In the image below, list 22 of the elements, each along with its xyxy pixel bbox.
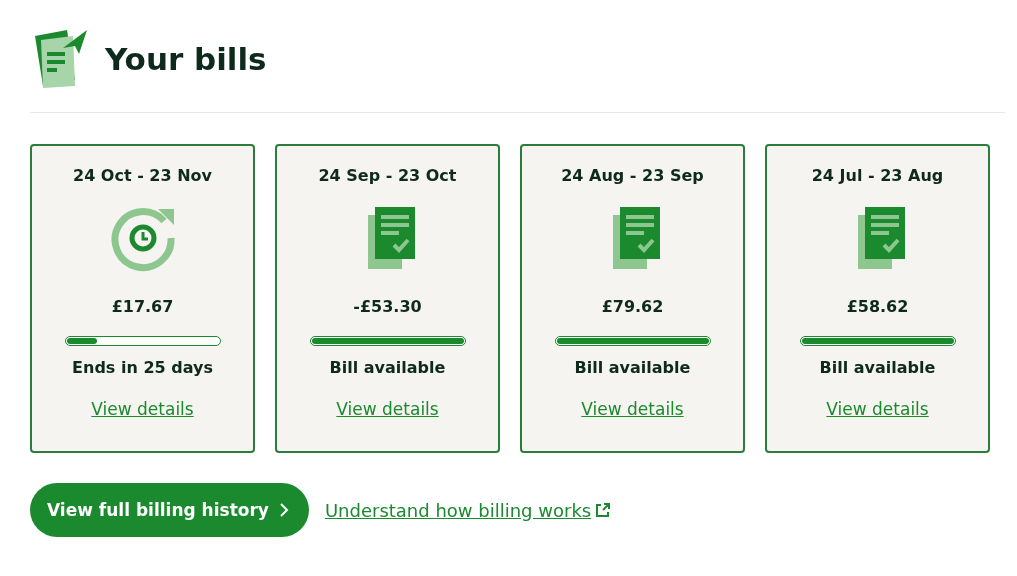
- view-details-link[interactable]: View details: [826, 399, 929, 419]
- view-details-link[interactable]: View details: [91, 399, 194, 419]
- billing-history-button[interactable]: View full billing history: [30, 483, 309, 537]
- bill-amount: £58.62: [846, 297, 909, 316]
- view-details-link[interactable]: View details: [581, 399, 684, 419]
- bill-period: 24 Jul - 23 Aug: [811, 166, 944, 185]
- external-link-icon: [595, 502, 612, 518]
- bill-period: 24 Aug - 23 Sep: [561, 166, 704, 185]
- page-title: Your bills: [105, 41, 267, 77]
- bill-icon: [33, 28, 89, 90]
- bill-amount: £17.67: [111, 297, 174, 316]
- bill-amount: £79.62: [601, 297, 664, 316]
- bill-status: Bill available: [574, 358, 691, 377]
- bill-status: Bill available: [329, 358, 446, 377]
- billing-help-link[interactable]: Understand how billing works: [324, 499, 592, 521]
- bill-status: Bill available: [819, 358, 936, 377]
- bill-status: Ends in 25 days: [72, 358, 213, 377]
- chevron-right-icon: [278, 502, 289, 518]
- bill-period: 24 Sep - 23 Oct: [318, 166, 457, 185]
- bill-amount: -£53.30: [353, 297, 422, 316]
- view-details-link[interactable]: View details: [336, 399, 439, 419]
- bill-period: 24 Oct - 23 Nov: [73, 166, 212, 185]
